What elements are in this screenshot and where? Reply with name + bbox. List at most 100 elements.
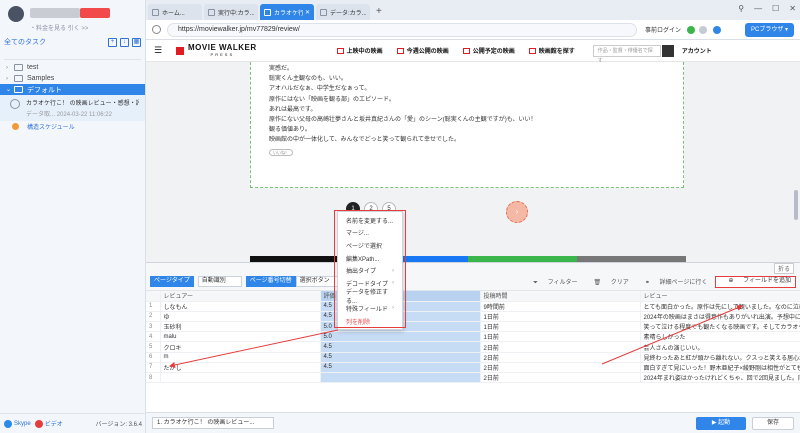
table-row[interactable]: 7たかし4.52日前面白すぎて見にいった！野木亜紀子×綾野剛は相性がとても素晴ら… [146,362,800,374]
grid-icon[interactable]: ▦ [132,37,141,47]
close-icon[interactable]: ✕ [305,9,310,16]
cell-rating[interactable]: 4.5 [320,352,481,363]
collapse-button[interactable]: 折る [773,262,794,274]
url-input[interactable]: https://moviewalker.jp/mv77829/review/ [167,22,637,37]
cell-posted[interactable]: 2日前 [480,341,641,353]
cell-rating[interactable]: 5.0 [320,331,481,343]
nav-theaters[interactable]: 映画館を探す [528,46,575,55]
cell-index[interactable]: 5 [146,341,161,353]
detail-page-button[interactable]: ⚭ 詳細ページに行く [637,277,708,286]
folder-samples[interactable]: › Samples [0,73,145,84]
cell-reviewer[interactable]: m [160,352,321,363]
task-chip[interactable]: 1. カラオケ行こ！ の映画レビュー... [152,417,274,429]
cell-review[interactable]: とても面白かった。原作は先にして観いました。なのに泣けて、なんか時々泣... [640,301,800,312]
pin-icon[interactable]: ⚲ [738,4,744,13]
table-row[interactable]: 2ゆ4.51日前2024年の映画はまさは得意作もありがいれ出演。予想中に評判が.… [146,311,800,323]
next-page-button[interactable]: › [506,201,528,223]
cell-reviewer[interactable]: ゆ [160,311,321,323]
new-tab-icon[interactable]: + [372,4,386,20]
nav-this-week[interactable]: 今週公開の映画 [396,46,449,55]
page-scrollbar[interactable] [794,190,798,220]
filter-button[interactable]: ⏷ フィルター [525,277,577,287]
skype-link[interactable]: Skype [14,421,31,427]
new-folder-icon[interactable]: + [108,37,117,47]
cell-posted[interactable]: 9時間前 [480,301,641,312]
cell-rating[interactable] [320,372,481,384]
tab-running[interactable]: 実行中:カラ... [204,4,258,20]
cell-review[interactable]: 芸人さんの演じいい。 [640,341,800,353]
cell-posted[interactable]: 1日前 [480,311,641,323]
menu-item-extract-type[interactable]: 抽出タイプ › [338,264,402,277]
task-search-input[interactable] [4,50,141,60]
tab-karaoke[interactable]: カラオケ行こ... ✕ [260,4,314,20]
search-icon[interactable] [661,44,674,57]
like-button[interactable]: いいね！ [269,148,293,156]
cell-index[interactable]: 1 [146,301,161,312]
task-schedule[interactable]: 構造スケジュール [0,121,145,132]
pc-browser-dropdown[interactable]: PCブラウザ ▾ [744,22,794,37]
close-window-icon[interactable]: ✕ [789,4,796,13]
cell-review[interactable]: 2024年の映画はまさは得意作もありがいれ出演。予想中に評判が... [640,311,800,323]
account-link[interactable]: アカウント [682,46,712,55]
cell-reviewer[interactable]: 玉砂利 [160,321,321,333]
table-row[interactable]: 5 クロキ 4.5 2日前 芸人さんの演じいい。 [146,341,800,353]
cell-posted[interactable]: 1日前 [480,321,641,333]
cell-rating[interactable]: 4.5 [320,362,481,374]
table-row[interactable]: 6m4.52日前見終わったあと紅が頭から離れない。クスっと笑える居心地良い... [146,352,800,363]
cell-index[interactable]: 7 [146,362,161,374]
cell-reviewer[interactable]: malu [160,331,321,343]
cell-reviewer[interactable]: たかし [160,362,321,374]
video-link[interactable]: ビデオ [45,419,63,428]
column-header-review[interactable]: レビュー [640,291,800,302]
cell-review[interactable]: 見終わったあと紅が頭から離れない。クスっと笑える居心地良い... [640,352,800,363]
all-tasks-label[interactable]: 全てのタスク [4,37,105,47]
nav-upcoming[interactable]: 公開予定の映画 [462,46,515,55]
table-row[interactable]: 1しなもん4.59時間前とても面白かった。原作は先にして観いました。なのに泣けて… [146,301,800,312]
cell-review[interactable]: 面白すぎて見にいった！野木亜紀子×綾野剛は相性がとても素晴らしい... [640,362,800,374]
menu-item-rename[interactable]: 名前を変更する... [338,214,402,227]
cell-index[interactable]: 2 [146,311,161,323]
pre-login-button[interactable]: 事前ログイン [645,25,681,34]
cell-posted[interactable]: 2日前 [480,352,641,363]
review-text-block[interactable]: 実感だ。 聡実くん主観なのも、いい。 アオハルだなぁ、中学生だなぁって。 原作に… [250,62,684,188]
cell-index[interactable]: 8 [146,372,161,384]
table-row[interactable]: 8 2日前2024年まれ姿はかったけれどくちゃ、回で2回見ました。同面コメディ部門… [146,372,800,384]
menu-item-delete-column[interactable]: 列を削除 [338,315,402,328]
table-row[interactable]: 4 malu 5.0 1日前 素晴らしかった [146,331,800,343]
settings-icon[interactable] [699,25,708,34]
import-icon[interactable]: ↓ [120,37,129,47]
folder-test[interactable]: › test [0,62,145,73]
account-plan-link[interactable]: ・料金を見る 引く >> [30,23,88,32]
cell-reviewer[interactable]: しなもん [160,301,321,312]
page-type-select[interactable]: 自動識別 [197,276,242,287]
cell-review[interactable]: 笑って泣ける程度でも観たくなる映画です。そしてカラオケで紅が... [640,321,800,333]
cell-index[interactable]: 6 [146,352,161,363]
tab-home[interactable]: ホーム... [148,4,202,20]
cell-index[interactable]: 3 [146,321,161,333]
column-header-reviewer[interactable]: レビュアー [160,291,321,302]
cell-posted[interactable]: 1日前 [480,331,641,343]
cell-reviewer[interactable]: クロキ [160,341,321,353]
tab-data[interactable]: データ:カラ... [316,4,370,20]
folder-default[interactable]: ⌄ デフォルト [0,84,145,95]
cell-posted[interactable]: 2日前 [480,372,641,384]
site-logo[interactable]: MOVIE WALKER PRESS [188,43,257,58]
maximize-icon[interactable]: ☐ [772,4,779,13]
avatar[interactable] [8,6,24,22]
clear-button[interactable]: 🗑 クリア [586,277,629,286]
save-button[interactable]: 保存 [752,416,794,430]
menu-item-select-on-page[interactable]: ページで選択 [338,239,402,252]
column-header-posted[interactable]: 投稿時間 [480,291,641,302]
site-search-input[interactable]: 作品・監督・俳優名で探す [592,44,661,64]
menu-icon[interactable]: ☰ [154,45,164,56]
info-icon[interactable] [713,25,722,34]
cell-posted[interactable]: 2日前 [480,362,641,374]
add-field-button[interactable]: ⊕ フィールドを追加 [715,275,796,288]
chevron-right-icon[interactable]: › [6,76,14,82]
chevron-right-icon[interactable]: › [6,65,14,71]
menu-item-merge[interactable]: マージ... [338,227,402,240]
table-row[interactable]: 3玉砂利5.01日前笑って泣ける程度でも観たくなる映画です。そしてカラオケで紅が… [146,321,800,333]
run-button[interactable]: ▶ 起動 [696,416,746,430]
menu-item-edit-xpath[interactable]: 編集XPath... [338,252,402,265]
reload-icon[interactable] [152,25,161,34]
